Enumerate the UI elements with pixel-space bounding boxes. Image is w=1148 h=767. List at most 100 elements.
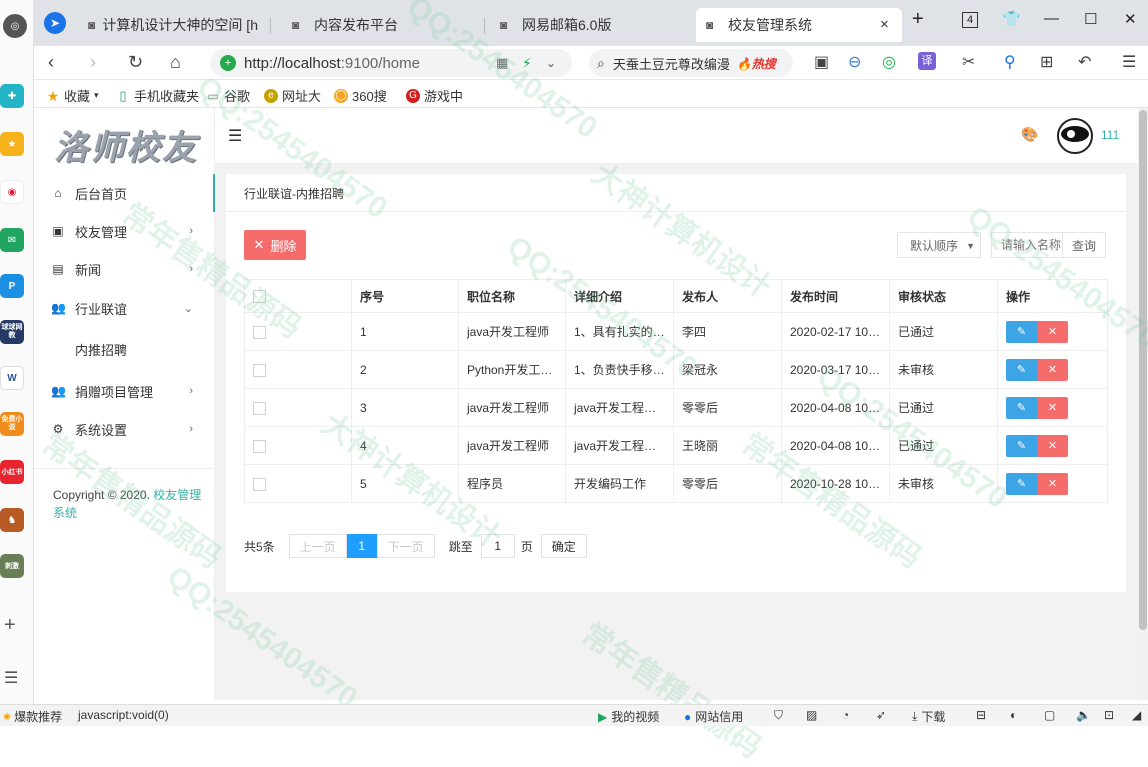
ie-icon[interactable]: ◐ [1010, 708, 1017, 722]
browser-logo-icon[interactable]: ➤ [44, 12, 66, 34]
dock-app-game-icon[interactable]: 球球网教 [0, 320, 24, 344]
tab-0[interactable]: ◙ 计算机设计大神的空间 [h [78, 8, 258, 42]
edit-button[interactable]: ✎ [1006, 320, 1037, 343]
delete-row-button[interactable]: ✕ [1037, 434, 1068, 457]
delete-button[interactable]: ✕ 删除 [244, 230, 306, 260]
query-button[interactable]: 查询 [1062, 232, 1106, 258]
ext-search-icon[interactable]: ⚲ [1004, 52, 1016, 72]
shield-icon[interactable]: ⛉ [774, 708, 783, 723]
search-box[interactable]: ⌕ 天蚕土豆元尊改编漫 🔥热搜 [589, 49, 793, 77]
window-icon[interactable]: ▢ [1044, 708, 1055, 722]
status-video[interactable]: ▶ 我的视频 [598, 708, 659, 725]
row-select-cell[interactable] [244, 388, 352, 427]
bookmark-games[interactable]: G 游戏中 [406, 86, 463, 105]
zoom-icon[interactable]: ⊡ [1104, 708, 1114, 722]
row-checkbox[interactable] [253, 325, 266, 339]
bookmark-google[interactable]: ▭ 谷歌 [206, 86, 250, 105]
home-icon[interactable]: ⌂ [170, 52, 181, 73]
scrollbar-thumb[interactable] [1139, 110, 1147, 630]
bookmark-360[interactable]: ◯ 360搜 [334, 86, 387, 105]
tab-count-icon[interactable]: 4 [962, 12, 978, 28]
tab-1[interactable]: ◙ 内容发布平台 [282, 8, 472, 42]
hot-search-badge[interactable]: 🔥热搜 [737, 55, 776, 72]
pager-page-1[interactable]: 1 [346, 534, 377, 558]
row-checkbox[interactable] [253, 439, 266, 453]
url-dropdown-icon[interactable]: ⌄ [546, 56, 556, 70]
sidebar-item-news[interactable]: ▤ 新闻 › [34, 250, 215, 288]
delete-row-button[interactable]: ✕ [1037, 358, 1068, 381]
edit-button[interactable]: ✎ [1006, 358, 1037, 381]
row-checkbox[interactable] [253, 401, 266, 415]
select-all-checkbox[interactable] [253, 290, 266, 304]
keyword-input[interactable] [991, 232, 1063, 258]
page-scrollbar[interactable] [1138, 108, 1148, 700]
avatar[interactable] [1057, 118, 1093, 154]
edit-button[interactable]: ✎ [1006, 434, 1037, 457]
scissors-icon[interactable]: ✂ [962, 52, 975, 72]
palette-icon[interactable]: 🎨 [1021, 126, 1038, 143]
select-all-cell[interactable] [244, 279, 352, 313]
pager-confirm-button[interactable]: 确定 [540, 534, 587, 558]
rocket-icon[interactable]: ➶ [876, 708, 886, 722]
device-icon[interactable]: ⊟ [976, 708, 986, 722]
delete-row-button[interactable]: ✕ [1037, 472, 1068, 495]
bookmark-mobile[interactable]: ▯ 手机收藏夹 [116, 86, 199, 105]
tab-close-icon[interactable]: × [880, 16, 889, 33]
dock-app-word-icon[interactable]: W [0, 366, 24, 390]
tab-3-active[interactable]: ◙ 校友管理系统 × [696, 8, 902, 42]
ext-translate-circle-icon[interactable]: ⊖ [848, 52, 861, 72]
image-icon[interactable]: ▨ [806, 708, 817, 722]
sort-select[interactable]: 默认顺序 ▼ [897, 232, 981, 258]
dock-app-red-icon[interactable]: 小红书 [0, 460, 24, 484]
dock-app-star-icon[interactable]: ★ [0, 132, 24, 156]
sidebar-item-alumni[interactable]: ▣ 校友管理 › [34, 212, 215, 250]
sidebar-item-settings[interactable]: ⚙ 系统设置 › [34, 410, 215, 448]
apps-grid-icon[interactable]: ⊞ [1040, 52, 1053, 72]
speedometer-icon[interactable]: ◔ [842, 708, 849, 722]
bookmark-favorites[interactable]: ★ 收藏 ▾ [46, 86, 99, 105]
sidebar-item-industry[interactable]: 👥 行业联谊 ⌄ [34, 289, 215, 327]
row-checkbox[interactable] [253, 477, 266, 491]
qr-icon[interactable]: ▦ [496, 55, 508, 71]
edit-button[interactable]: ✎ [1006, 472, 1037, 495]
browser-menu-icon[interactable]: ☰ [1122, 52, 1136, 72]
forward-icon[interactable]: › [90, 52, 96, 73]
dock-app-p-icon[interactable]: P [0, 274, 24, 298]
close-window-icon[interactable]: ✕ [1124, 10, 1137, 28]
sidebar-item-home[interactable]: ⌂ 后台首页 [34, 174, 215, 212]
new-tab-icon[interactable]: + [912, 8, 924, 31]
delete-row-button[interactable]: ✕ [1037, 396, 1068, 419]
dock-app-weibo-icon[interactable]: ◉ [0, 180, 24, 204]
dock-app-plus-icon[interactable]: ✚ [0, 84, 24, 108]
reload-icon[interactable]: ↻ [128, 52, 143, 73]
status-download[interactable]: ⤓ 下载 [912, 708, 945, 725]
shirt-icon[interactable]: 👕 [1002, 10, 1021, 28]
dock-menu-icon[interactable]: ☰ [4, 668, 18, 688]
pager-prev-button[interactable]: 上一页 [288, 534, 347, 558]
pager-goto-input[interactable]: 1 [480, 534, 515, 558]
sidebar-item-donation[interactable]: 👥 捐赠项目管理 › [34, 372, 215, 410]
tab-2[interactable]: ◙ 网易邮箱6.0版 [490, 8, 690, 42]
dock-app-mail-icon[interactable]: ✉ [0, 228, 24, 252]
ext-translate-icon[interactable]: 译 [918, 52, 936, 70]
ext-cat-icon[interactable]: ▣ [814, 52, 829, 72]
lightning-icon[interactable]: ⚡ [522, 55, 532, 72]
undo-icon[interactable]: ↶ [1078, 52, 1091, 72]
ext-green-icon[interactable]: ◎ [882, 52, 896, 72]
row-checkbox[interactable] [253, 363, 266, 377]
dock-app-owl-icon[interactable]: ◎ [3, 14, 27, 38]
minimize-icon[interactable]: — [1044, 10, 1059, 27]
row-select-cell[interactable] [244, 426, 352, 465]
hamburger-icon[interactable]: ☰ [228, 126, 242, 146]
dock-app-novel-icon[interactable]: 免费小说 [0, 412, 24, 436]
user-name[interactable]: 111 [1101, 128, 1119, 142]
row-select-cell[interactable] [244, 350, 352, 389]
row-select-cell[interactable] [244, 464, 352, 503]
status-recommend[interactable]: ✷ 爆款推荐 [2, 708, 62, 725]
status-credit[interactable]: ● 网站信用 [684, 708, 743, 725]
sidebar-subitem-recruit[interactable]: 内推招聘 [34, 330, 215, 368]
edit-button[interactable]: ✎ [1006, 396, 1037, 419]
back-icon[interactable]: ‹ [48, 52, 54, 73]
delete-row-button[interactable]: ✕ [1037, 320, 1068, 343]
dock-add-icon[interactable]: + [4, 614, 16, 637]
